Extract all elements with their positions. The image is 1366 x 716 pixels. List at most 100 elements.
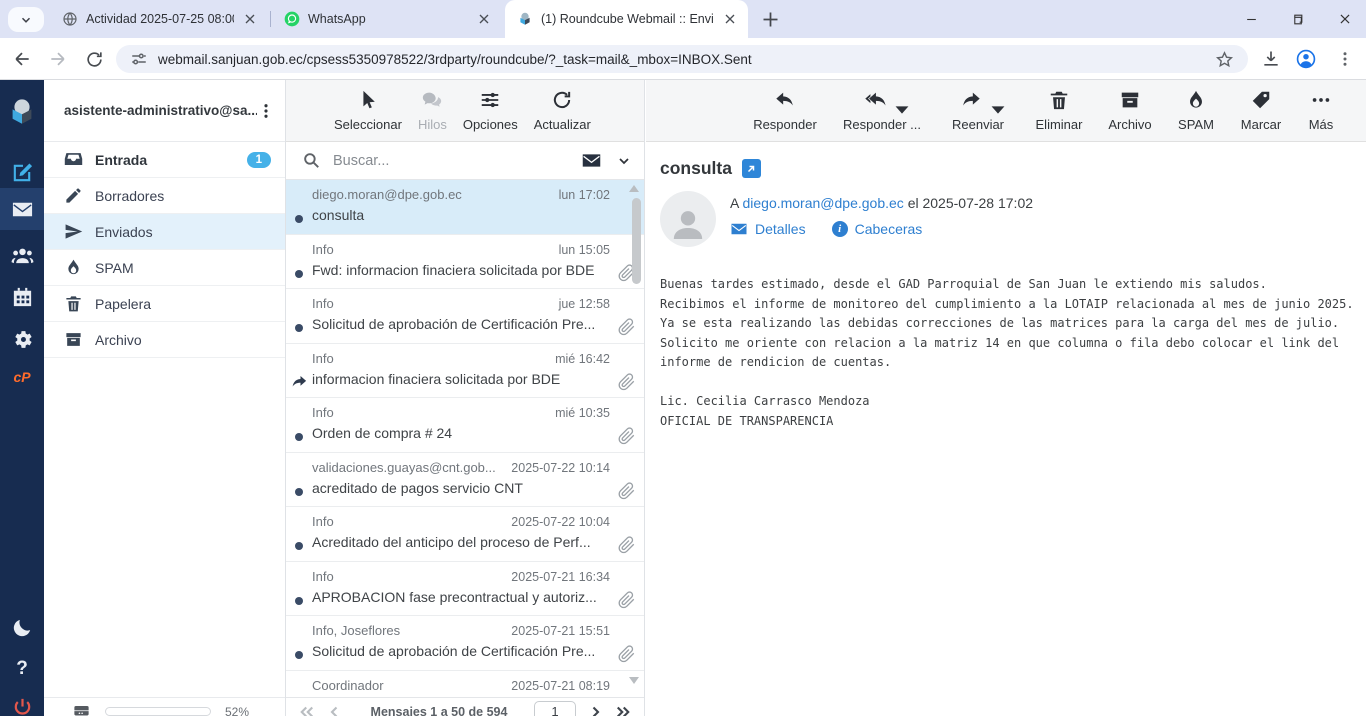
scrollbar-down-arrow[interactable] [629, 677, 639, 684]
external-link-icon [745, 163, 757, 175]
delete-button[interactable]: Eliminar [1031, 89, 1087, 132]
browser-menu-button[interactable] [1332, 46, 1358, 72]
message-row[interactable]: Info jue 12:58 Solicitud de aprobación d… [286, 289, 644, 344]
site-settings-icon[interactable] [130, 50, 148, 68]
folder-item-archivo[interactable]: Archivo [44, 322, 285, 358]
first-page-button[interactable] [298, 703, 316, 716]
bookmark-star-icon[interactable] [1215, 50, 1234, 69]
paperclip-icon [618, 536, 636, 554]
search-scope-icon[interactable] [581, 150, 602, 171]
message-subject-title: consulta [660, 158, 732, 179]
account-email: asistente-administrativo@sa... [64, 103, 257, 118]
contacts-nav-button[interactable] [0, 236, 44, 274]
recipient-address[interactable]: diego.moran@dpe.gob.ec [742, 195, 903, 211]
scrollbar-up-arrow[interactable] [629, 185, 639, 192]
window-close-button[interactable] [1330, 6, 1360, 32]
app-rail: cP ? [0, 80, 44, 716]
message-row[interactable]: Info mié 10:35 Orden de compra # 24 [286, 398, 644, 453]
open-in-new-window-button[interactable] [742, 159, 761, 178]
search-options-chevron[interactable] [616, 153, 632, 169]
flame-icon [1185, 89, 1207, 111]
search-input[interactable] [331, 152, 581, 170]
window-minimize-button[interactable] [1236, 6, 1266, 32]
logout-button[interactable] [0, 688, 44, 716]
forward-button[interactable] [44, 45, 72, 73]
tab-roundcube[interactable]: (1) Roundcube Webmail :: Envia [505, 0, 748, 38]
headers-button[interactable]: i Cabeceras [832, 221, 923, 237]
mail-nav-button[interactable] [0, 188, 44, 230]
sliders-icon [479, 89, 501, 111]
reply-button[interactable]: Responder [748, 89, 822, 132]
select-button[interactable]: Seleccionar [334, 89, 402, 132]
tab-search-button[interactable] [8, 7, 44, 32]
profile-button[interactable] [1293, 46, 1319, 72]
folder-item-entrada[interactable]: Entrada 1 [44, 142, 285, 178]
threads-button[interactable]: Hilos [418, 89, 447, 132]
compose-button[interactable] [0, 153, 44, 191]
tab-actividad[interactable]: Actividad 2025-07-25 08:00:00 [50, 0, 268, 38]
cpanel-icon: cP [13, 369, 30, 385]
message-date: mié 10:35 [555, 406, 610, 420]
message-row[interactable]: validaciones.guayas@cnt.gob... 2025-07-2… [286, 453, 644, 508]
message-row[interactable]: Coordinador 2025-07-21 08:19 [286, 671, 644, 699]
message-row[interactable]: Info, Joseflores 2025-07-21 15:51 Solici… [286, 616, 644, 671]
roundcube-app: cP ? asistente-administrativo@sa... Ent [0, 80, 1366, 716]
message-row[interactable]: Info mié 16:42 informacion finaciera sol… [286, 344, 644, 399]
tab-strip: Actividad 2025-07-25 08:00:00 WhatsApp (… [0, 0, 1366, 38]
cpanel-button[interactable]: cP [0, 358, 44, 396]
reload-button[interactable] [80, 45, 108, 73]
power-icon [11, 696, 34, 716]
message-subject: consulta [312, 207, 610, 223]
close-icon[interactable] [476, 11, 492, 27]
archive-button[interactable]: Archivo [1104, 89, 1156, 132]
message-subject: Fwd: informacion finaciera solicitada po… [312, 262, 610, 278]
dropdown-caret-icon[interactable] [891, 99, 901, 109]
back-button[interactable] [8, 45, 36, 73]
close-icon[interactable] [722, 11, 738, 27]
message-row[interactable]: Info 2025-07-21 16:34 APROBACION fase pr… [286, 562, 644, 617]
message-row[interactable]: Info lun 15:05 Fwd: informacion finacier… [286, 235, 644, 290]
message-date: 2025-07-22 10:04 [511, 515, 610, 529]
downloads-button[interactable] [1258, 46, 1284, 72]
options-button[interactable]: Opciones [463, 89, 518, 132]
calendar-nav-button[interactable] [0, 278, 44, 316]
trash-icon [1048, 89, 1070, 111]
last-page-button[interactable] [614, 703, 632, 716]
browser-toolbar: webmail.sanjuan.gob.ec/cpsess5350978522/… [0, 38, 1366, 80]
spam-button[interactable]: SPAM [1173, 89, 1219, 132]
message-sender: Info, Joseflores [312, 623, 400, 638]
folder-item-enviados[interactable]: Enviados [44, 214, 285, 250]
next-page-button[interactable] [586, 703, 604, 716]
new-tab-button[interactable] [760, 9, 781, 30]
tab-whatsapp[interactable]: WhatsApp [272, 0, 502, 38]
message-subject: informacion finaciera solicitada por BDE [312, 371, 610, 387]
mail-icon [11, 198, 34, 221]
help-button[interactable]: ? [0, 650, 44, 688]
refresh-button[interactable]: Actualizar [534, 89, 591, 132]
close-icon[interactable] [242, 11, 258, 27]
address-bar[interactable]: webmail.sanjuan.gob.ec/cpsess5350978522/… [116, 45, 1248, 73]
pagination-bar: Mensajes 1 a 50 de 594 [286, 697, 644, 716]
prev-page-button[interactable] [326, 703, 344, 716]
settings-nav-button[interactable] [0, 320, 44, 358]
folder-label: Borradores [95, 188, 271, 204]
dropdown-caret-icon[interactable] [987, 99, 997, 109]
question-mark-icon: ? [16, 658, 28, 680]
forward-button[interactable]: Reenviar [942, 89, 1014, 132]
window-restore-button[interactable] [1282, 6, 1312, 32]
dark-mode-toggle[interactable] [0, 608, 44, 646]
page-number-input[interactable] [534, 701, 576, 716]
message-row[interactable]: diego.moran@dpe.gob.ec lun 17:02 consult… [286, 180, 644, 235]
account-header: asistente-administrativo@sa... [44, 80, 285, 142]
mark-button[interactable]: Marcar [1236, 89, 1286, 132]
scrollbar-thumb[interactable] [632, 198, 641, 284]
kebab-menu-icon[interactable] [257, 102, 275, 120]
folder-item-borradores[interactable]: Borradores [44, 178, 285, 214]
reply-all-button[interactable]: Responder ... [839, 89, 925, 132]
folder-item-papelera[interactable]: Papelera [44, 286, 285, 322]
more-button[interactable]: Más [1303, 89, 1339, 132]
message-subject: Acreditado del anticipo del proceso de P… [312, 534, 610, 550]
details-button[interactable]: Detalles [730, 220, 806, 238]
message-row[interactable]: Info 2025-07-22 10:04 Acreditado del ant… [286, 507, 644, 562]
folder-item-spam[interactable]: SPAM [44, 250, 285, 286]
